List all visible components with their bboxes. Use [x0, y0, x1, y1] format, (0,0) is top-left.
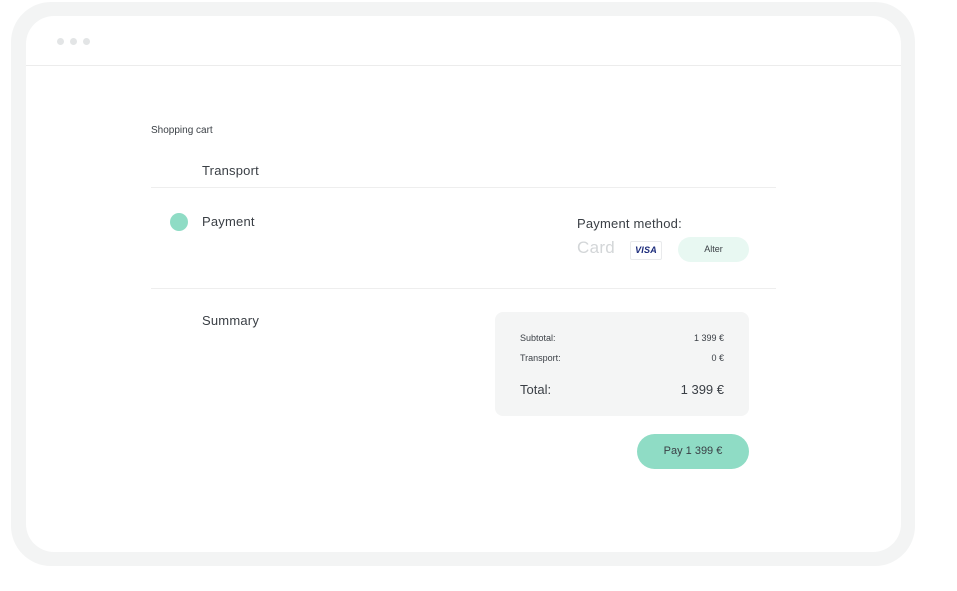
active-step-indicator-icon: [170, 213, 188, 231]
step-summary[interactable]: Summary: [202, 313, 259, 328]
subtotal-label: Subtotal:: [520, 333, 556, 343]
payment-method-label: Payment method:: [577, 216, 682, 231]
order-summary-panel: Subtotal: 1 399 € Transport: 0 € Total: …: [495, 312, 749, 416]
total-value: 1 399 €: [680, 382, 724, 397]
pay-button[interactable]: Pay 1 399 €: [637, 434, 749, 469]
transport-label: Transport:: [520, 353, 561, 363]
subtotal-value: 1 399 €: [693, 333, 724, 343]
window-dot-icon: [83, 38, 90, 45]
visa-card-icon: VISA: [630, 241, 662, 260]
divider: [151, 288, 776, 289]
browser-window: Shopping cart Transport Payment Payment …: [26, 16, 901, 552]
alter-payment-button[interactable]: Alter: [678, 237, 749, 262]
window-titlebar: [26, 16, 901, 66]
total-label: Total:: [520, 382, 552, 397]
step-payment[interactable]: Payment: [202, 214, 255, 229]
breadcrumb[interactable]: Shopping cart: [151, 125, 213, 136]
payment-method-type: Card: [577, 238, 616, 257]
window-dot-icon: [57, 38, 64, 45]
step-transport[interactable]: Transport: [202, 163, 259, 178]
divider: [151, 187, 776, 188]
window-dot-icon: [70, 38, 77, 45]
transport-value: 0 €: [711, 353, 724, 363]
